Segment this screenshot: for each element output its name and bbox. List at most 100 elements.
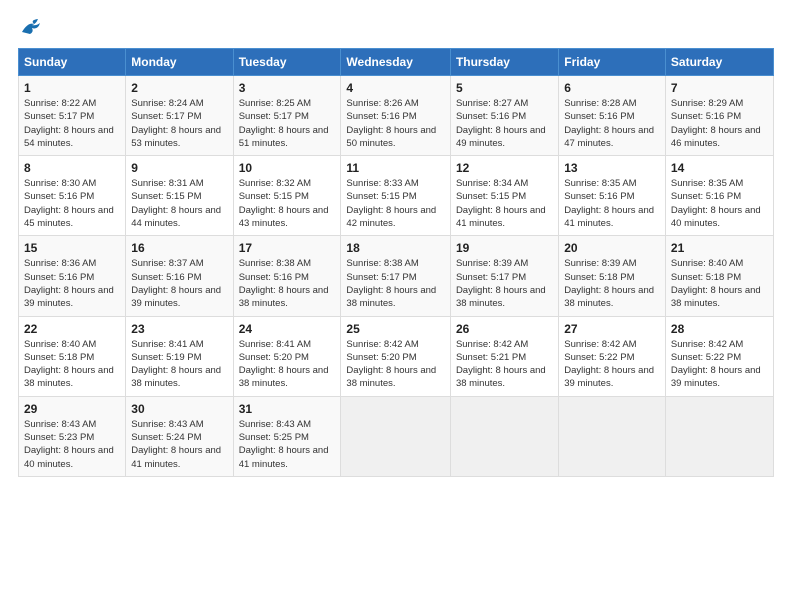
- sunrise-text: Sunrise: 8:41 AM: [239, 338, 336, 351]
- daylight-text: Daylight: 8 hours and 41 minutes.: [564, 204, 660, 231]
- day-info: Sunrise: 8:42 AM Sunset: 5:21 PM Dayligh…: [456, 338, 553, 391]
- sunset-text: Sunset: 5:16 PM: [564, 190, 660, 203]
- calendar-cell: 30 Sunrise: 8:43 AM Sunset: 5:24 PM Dayl…: [126, 396, 233, 476]
- daylight-text: Daylight: 8 hours and 38 minutes.: [564, 284, 660, 311]
- sunset-text: Sunset: 5:17 PM: [346, 271, 445, 284]
- sunset-text: Sunset: 5:24 PM: [131, 431, 227, 444]
- day-info: Sunrise: 8:43 AM Sunset: 5:23 PM Dayligh…: [24, 418, 120, 471]
- calendar-cell: [665, 396, 773, 476]
- calendar-cell: 8 Sunrise: 8:30 AM Sunset: 5:16 PM Dayli…: [19, 156, 126, 236]
- sunset-text: Sunset: 5:18 PM: [671, 271, 768, 284]
- day-info: Sunrise: 8:41 AM Sunset: 5:20 PM Dayligh…: [239, 338, 336, 391]
- day-number: 28: [671, 322, 768, 336]
- daylight-text: Daylight: 8 hours and 50 minutes.: [346, 124, 445, 151]
- sunrise-text: Sunrise: 8:38 AM: [239, 257, 336, 270]
- day-info: Sunrise: 8:36 AM Sunset: 5:16 PM Dayligh…: [24, 257, 120, 310]
- day-number: 26: [456, 322, 553, 336]
- day-info: Sunrise: 8:37 AM Sunset: 5:16 PM Dayligh…: [131, 257, 227, 310]
- calendar-week-row: 15 Sunrise: 8:36 AM Sunset: 5:16 PM Dayl…: [19, 236, 774, 316]
- daylight-text: Daylight: 8 hours and 54 minutes.: [24, 124, 120, 151]
- daylight-text: Daylight: 8 hours and 53 minutes.: [131, 124, 227, 151]
- calendar-cell: 31 Sunrise: 8:43 AM Sunset: 5:25 PM Dayl…: [233, 396, 341, 476]
- calendar-cell: 7 Sunrise: 8:29 AM Sunset: 5:16 PM Dayli…: [665, 76, 773, 156]
- day-info: Sunrise: 8:35 AM Sunset: 5:16 PM Dayligh…: [564, 177, 660, 230]
- sunrise-text: Sunrise: 8:42 AM: [564, 338, 660, 351]
- sunset-text: Sunset: 5:16 PM: [564, 110, 660, 123]
- daylight-text: Daylight: 8 hours and 38 minutes.: [346, 364, 445, 391]
- day-info: Sunrise: 8:25 AM Sunset: 5:17 PM Dayligh…: [239, 97, 336, 150]
- calendar-cell: 26 Sunrise: 8:42 AM Sunset: 5:21 PM Dayl…: [450, 316, 558, 396]
- calendar-header-sunday: Sunday: [19, 49, 126, 76]
- day-number: 31: [239, 402, 336, 416]
- day-info: Sunrise: 8:30 AM Sunset: 5:16 PM Dayligh…: [24, 177, 120, 230]
- daylight-text: Daylight: 8 hours and 49 minutes.: [456, 124, 553, 151]
- day-info: Sunrise: 8:35 AM Sunset: 5:16 PM Dayligh…: [671, 177, 768, 230]
- daylight-text: Daylight: 8 hours and 38 minutes.: [131, 364, 227, 391]
- calendar-cell: 4 Sunrise: 8:26 AM Sunset: 5:16 PM Dayli…: [341, 76, 451, 156]
- sunset-text: Sunset: 5:16 PM: [131, 271, 227, 284]
- calendar-cell: [341, 396, 451, 476]
- sunset-text: Sunset: 5:22 PM: [671, 351, 768, 364]
- day-number: 20: [564, 241, 660, 255]
- daylight-text: Daylight: 8 hours and 38 minutes.: [239, 284, 336, 311]
- day-number: 21: [671, 241, 768, 255]
- day-info: Sunrise: 8:38 AM Sunset: 5:16 PM Dayligh…: [239, 257, 336, 310]
- day-number: 15: [24, 241, 120, 255]
- calendar-cell: 1 Sunrise: 8:22 AM Sunset: 5:17 PM Dayli…: [19, 76, 126, 156]
- day-info: Sunrise: 8:34 AM Sunset: 5:15 PM Dayligh…: [456, 177, 553, 230]
- daylight-text: Daylight: 8 hours and 40 minutes.: [671, 204, 768, 231]
- sunset-text: Sunset: 5:16 PM: [671, 190, 768, 203]
- daylight-text: Daylight: 8 hours and 43 minutes.: [239, 204, 336, 231]
- calendar-header-tuesday: Tuesday: [233, 49, 341, 76]
- sunrise-text: Sunrise: 8:35 AM: [671, 177, 768, 190]
- calendar-cell: 23 Sunrise: 8:41 AM Sunset: 5:19 PM Dayl…: [126, 316, 233, 396]
- calendar-cell: 18 Sunrise: 8:38 AM Sunset: 5:17 PM Dayl…: [341, 236, 451, 316]
- calendar-header-row: SundayMondayTuesdayWednesdayThursdayFrid…: [19, 49, 774, 76]
- day-number: 1: [24, 81, 120, 95]
- calendar-cell: 27 Sunrise: 8:42 AM Sunset: 5:22 PM Dayl…: [559, 316, 666, 396]
- sunset-text: Sunset: 5:15 PM: [456, 190, 553, 203]
- calendar-cell: 25 Sunrise: 8:42 AM Sunset: 5:20 PM Dayl…: [341, 316, 451, 396]
- day-number: 7: [671, 81, 768, 95]
- sunset-text: Sunset: 5:15 PM: [131, 190, 227, 203]
- sunrise-text: Sunrise: 8:42 AM: [456, 338, 553, 351]
- calendar-cell: 14 Sunrise: 8:35 AM Sunset: 5:16 PM Dayl…: [665, 156, 773, 236]
- sunrise-text: Sunrise: 8:38 AM: [346, 257, 445, 270]
- calendar-week-row: 29 Sunrise: 8:43 AM Sunset: 5:23 PM Dayl…: [19, 396, 774, 476]
- calendar-cell: 6 Sunrise: 8:28 AM Sunset: 5:16 PM Dayli…: [559, 76, 666, 156]
- calendar-cell: 16 Sunrise: 8:37 AM Sunset: 5:16 PM Dayl…: [126, 236, 233, 316]
- calendar-cell: 5 Sunrise: 8:27 AM Sunset: 5:16 PM Dayli…: [450, 76, 558, 156]
- sunrise-text: Sunrise: 8:41 AM: [131, 338, 227, 351]
- calendar-header-friday: Friday: [559, 49, 666, 76]
- sunset-text: Sunset: 5:16 PM: [346, 110, 445, 123]
- daylight-text: Daylight: 8 hours and 38 minutes.: [239, 364, 336, 391]
- daylight-text: Daylight: 8 hours and 38 minutes.: [346, 284, 445, 311]
- calendar-week-row: 8 Sunrise: 8:30 AM Sunset: 5:16 PM Dayli…: [19, 156, 774, 236]
- day-info: Sunrise: 8:40 AM Sunset: 5:18 PM Dayligh…: [671, 257, 768, 310]
- day-info: Sunrise: 8:39 AM Sunset: 5:18 PM Dayligh…: [564, 257, 660, 310]
- daylight-text: Daylight: 8 hours and 39 minutes.: [131, 284, 227, 311]
- day-number: 13: [564, 161, 660, 175]
- day-info: Sunrise: 8:38 AM Sunset: 5:17 PM Dayligh…: [346, 257, 445, 310]
- calendar-cell: 3 Sunrise: 8:25 AM Sunset: 5:17 PM Dayli…: [233, 76, 341, 156]
- daylight-text: Daylight: 8 hours and 41 minutes.: [131, 444, 227, 471]
- day-info: Sunrise: 8:22 AM Sunset: 5:17 PM Dayligh…: [24, 97, 120, 150]
- day-number: 29: [24, 402, 120, 416]
- sunset-text: Sunset: 5:17 PM: [456, 271, 553, 284]
- day-info: Sunrise: 8:32 AM Sunset: 5:15 PM Dayligh…: [239, 177, 336, 230]
- calendar-cell: 20 Sunrise: 8:39 AM Sunset: 5:18 PM Dayl…: [559, 236, 666, 316]
- daylight-text: Daylight: 8 hours and 38 minutes.: [24, 364, 120, 391]
- sunrise-text: Sunrise: 8:43 AM: [131, 418, 227, 431]
- calendar-week-row: 1 Sunrise: 8:22 AM Sunset: 5:17 PM Dayli…: [19, 76, 774, 156]
- calendar-cell: 9 Sunrise: 8:31 AM Sunset: 5:15 PM Dayli…: [126, 156, 233, 236]
- logo: [18, 18, 42, 36]
- daylight-text: Daylight: 8 hours and 39 minutes.: [24, 284, 120, 311]
- calendar-table: SundayMondayTuesdayWednesdayThursdayFrid…: [18, 48, 774, 477]
- sunrise-text: Sunrise: 8:42 AM: [346, 338, 445, 351]
- sunrise-text: Sunrise: 8:40 AM: [24, 338, 120, 351]
- sunrise-text: Sunrise: 8:34 AM: [456, 177, 553, 190]
- day-number: 11: [346, 161, 445, 175]
- calendar-cell: 13 Sunrise: 8:35 AM Sunset: 5:16 PM Dayl…: [559, 156, 666, 236]
- day-number: 2: [131, 81, 227, 95]
- logo-bird-icon: [20, 18, 42, 36]
